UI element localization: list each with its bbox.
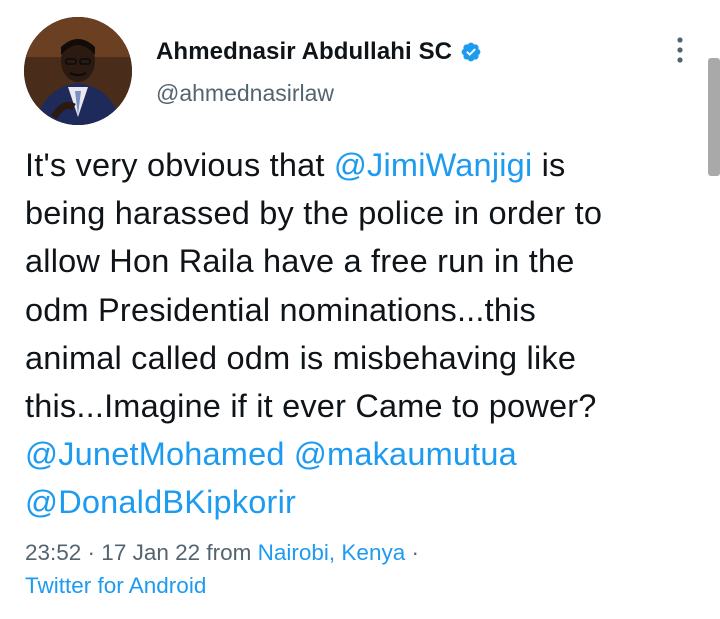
tweet-line-5: animal called odm is misbehaving like [25,339,577,376]
tweet-line-7: @JunetMohamed @makaumutua [25,430,705,478]
author-name-row[interactable]: Ahmednasir Abdullahi SC [156,38,482,66]
tweet-text-segment: is [532,147,566,183]
verified-badge-icon [460,41,482,63]
tweet-line-6: this...Imagine if it ever Came to power? [25,388,597,425]
tweet-line-2: being harassed by the police in order to [25,195,603,232]
more-options-icon[interactable] [672,36,688,66]
mention-donaldbkipkorir[interactable]: @DonaldBKipkorir [25,484,296,520]
tweet-metadata: 23:52 · 17 Jan 22 from Nairobi, Kenya · … [25,536,419,602]
avatar[interactable] [24,17,132,125]
tweet-line-4: odm Presidential nominations...this [25,291,537,328]
tweet-line-3: allow Hon Raila have a free run in the [25,243,575,280]
profile-photo [24,17,132,125]
tweet-timestamp[interactable]: 23:52 · 17 Jan 22 from [25,540,258,565]
author-display-name[interactable]: Ahmednasir Abdullahi SC [156,38,452,66]
meta-separator: · [405,540,419,565]
tweet-line-8: @DonaldBKipkorir [25,478,705,526]
tweet-source-link[interactable]: Twitter for Android [25,573,206,598]
tweet-location-link[interactable]: Nairobi, Kenya [258,540,406,565]
tweet-text-segment: It's very obvious that [25,147,334,183]
mention-makaumutua[interactable]: @makaumutua [294,436,517,472]
meta-line-1: 23:52 · 17 Jan 22 from Nairobi, Kenya · [25,536,419,569]
tweet-line-1: It's very obvious that @JimiWanjigi is [25,141,705,189]
meta-line-2: Twitter for Android [25,569,419,602]
mention-jimiwanjigi[interactable]: @JimiWanjigi [334,147,533,183]
tweet-text: It's very obvious that @JimiWanjigi is b… [25,141,705,527]
mention-junetmohamed[interactable]: @JunetMohamed [25,436,285,472]
scrollbar-thumb[interactable] [708,58,720,176]
author-handle[interactable]: @ahmednasirlaw [156,80,334,107]
